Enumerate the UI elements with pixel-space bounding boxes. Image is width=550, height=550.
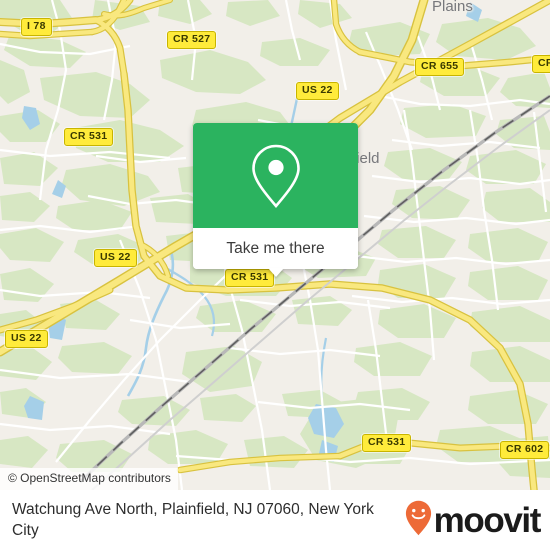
moovit-pin-icon <box>405 500 432 541</box>
place-label-plains: Plains <box>432 0 473 15</box>
screenshot-root: Plains field I 78 CR 527 CR 655 CR US 22… <box>0 0 550 550</box>
popup-pointer-tail <box>267 268 284 277</box>
footer-bar: Watchung Ave North, Plainfield, NJ 07060… <box>0 490 550 550</box>
moovit-wordmark: moovit <box>433 500 542 540</box>
openstreetmap-attribution[interactable]: © OpenStreetMap contributors <box>0 468 178 490</box>
road-shield-cr-531-nw[interactable]: CR 531 <box>64 128 114 146</box>
map-canvas[interactable]: Plains field I 78 CR 527 CR 655 CR US 22… <box>0 0 550 490</box>
road-shield-cr-602[interactable]: CR 602 <box>500 441 550 459</box>
map-pin-icon <box>250 143 302 209</box>
road-shield-us-22-top[interactable]: US 22 <box>296 82 339 100</box>
popup-header <box>193 123 358 228</box>
road-shield-cr-531-se[interactable]: CR 531 <box>362 434 412 452</box>
road-shield-us-22-mid[interactable]: US 22 <box>94 249 137 267</box>
address-text: Watchung Ave North, Plainfield, NJ 07060… <box>12 501 374 539</box>
road-shield-i-78[interactable]: I 78 <box>21 18 52 36</box>
popup-action-bar[interactable]: Take me there <box>193 228 358 277</box>
road-shield-cr-cutoff[interactable]: CR <box>532 55 550 73</box>
road-shield-us-22-sw[interactable]: US 22 <box>5 330 48 348</box>
road-shield-cr-527[interactable]: CR 527 <box>167 31 217 49</box>
moovit-logo[interactable]: moovit <box>405 500 550 541</box>
road-shield-cr-655[interactable]: CR 655 <box>415 58 465 76</box>
take-me-there-label: Take me there <box>226 239 325 257</box>
location-popup-card[interactable]: Take me there <box>193 123 358 277</box>
